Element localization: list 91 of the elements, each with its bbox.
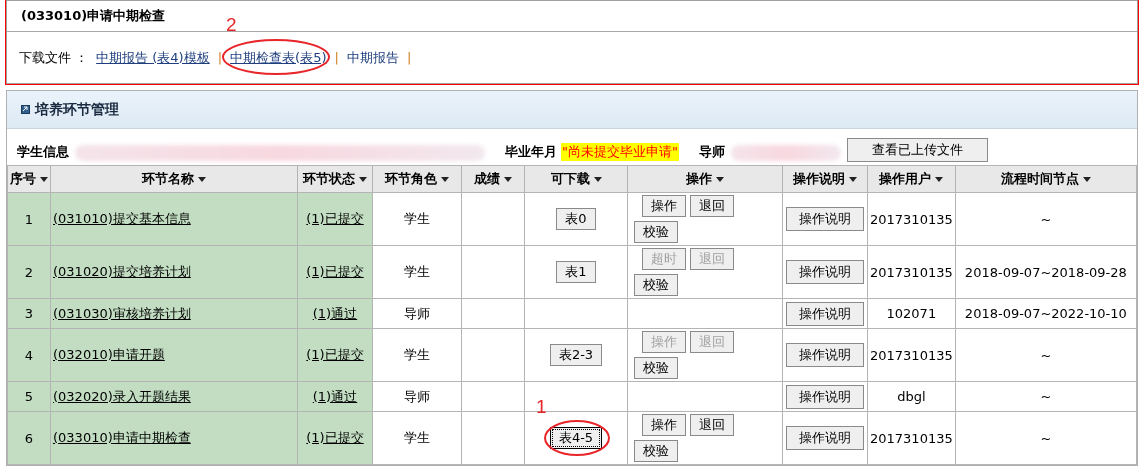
table-cell: 1 [7,192,51,246]
table-cell: ~ [955,411,1137,465]
caret-icon [359,177,367,182]
caret-icon [441,177,449,182]
help-button[interactable]: 操作说明 [786,207,864,231]
status-link[interactable]: (1)已提交 [297,192,373,246]
help-button[interactable]: 操作说明 [786,384,864,409]
separator: | [406,50,412,65]
table-cell: 导师 [372,381,462,412]
caret-icon [716,177,724,182]
help-button[interactable]: 操作说明 [786,426,864,450]
status-link[interactable]: (1)已提交 [297,328,373,382]
step-link[interactable]: (031020)提交培养计划 [50,245,298,299]
action-button[interactable]: 操作 [642,414,686,436]
collapse-icon [21,105,30,114]
table-cell: 学生 [372,245,462,299]
download-label: 下载文件 ： [19,48,89,67]
table-cell: 102071 [867,298,956,329]
help-button[interactable]: 操作说明 [786,343,864,367]
column-header[interactable]: 环节名称 [50,165,298,193]
caret-icon [198,177,206,182]
step-link[interactable]: (032010)申请开题 [50,328,298,382]
table-cell: 导师 [372,298,462,329]
column-header[interactable]: 可下载 [524,165,628,193]
table-cell: 2018-09-07~2022-10-10 [955,298,1137,329]
help-button[interactable]: 操作说明 [786,260,864,284]
column-header[interactable]: 成绩 [461,165,525,193]
action-button[interactable]: 操作 [642,195,686,217]
graduation-label: 毕业年月 [505,143,557,161]
step-link[interactable]: (031030)审核培养计划 [50,298,298,329]
column-header[interactable]: 流程时间节点 [955,165,1137,193]
column-header[interactable]: 操作说明 [782,165,868,193]
action-button[interactable]: 退回 [690,414,734,436]
table-cell: ~ [955,328,1137,382]
section-title: 培养环节管理 [35,100,119,119]
graduation-value: "尚未提交毕业申请" [561,143,679,161]
table-cell: 学生 [372,192,462,246]
file-link[interactable]: 中期报告 (表4)模板 [96,48,210,67]
download-button[interactable]: 表1 [556,261,596,283]
table-cell: 5 [7,381,51,412]
caret-icon [40,177,48,182]
table-cell: ~ [955,381,1137,412]
caret-icon [593,177,602,182]
advisor-label: 导师 [698,143,725,161]
table-cell: 2017310135 [867,328,956,382]
download-button[interactable]: 表0 [556,208,596,230]
file-link[interactable]: 中期报告 [346,48,399,67]
separator: | [217,50,223,65]
table-cell: 4 [7,328,51,382]
download-button[interactable]: 表4-5 [549,427,603,449]
status-link[interactable]: (1)通过 [297,298,373,329]
column-header[interactable]: 环节角色 [372,165,462,193]
file-link[interactable]: 中期检查表(表5) [230,48,327,67]
action-button[interactable]: 校验 [634,357,678,379]
table-cell: 6 [7,411,51,465]
table-cell: 学生 [372,411,462,465]
table-cell: 2 [7,245,51,299]
column-header[interactable]: 环节状态 [297,165,373,193]
table-cell: 2018-09-07~2018-09-28 [955,245,1137,299]
status-link[interactable]: (1)已提交 [297,245,373,299]
table-cell: 2017310135 [867,192,956,246]
help-button[interactable]: 操作说明 [786,301,864,326]
table-cell: 2017310135 [867,411,956,465]
view-files-button[interactable]: 查看已上传文件 [846,138,988,162]
step-link[interactable]: (031010)提交基本信息 [50,192,298,246]
action-button[interactable]: 退回 [690,195,734,217]
action-button[interactable]: 校验 [634,274,678,296]
separator: | [334,50,339,65]
table-cell: 学生 [372,328,462,382]
annotation-ellipse [543,420,610,456]
status-link[interactable]: (1)通过 [297,381,373,412]
caret-icon [849,177,857,182]
column-header[interactable]: 序号 [7,165,51,193]
step-link[interactable]: (033010)申请中期检查 [50,411,298,465]
status-link[interactable]: (1)已提交 [297,411,373,465]
step-link[interactable]: (032020)录入开题结果 [50,381,298,412]
annotation-number: 1 [535,397,547,417]
table-cell: dbgl [867,381,956,412]
table-cell: 2017310135 [867,245,956,299]
column-header[interactable]: 操作 [627,165,783,193]
annotation-number: 2 [226,14,237,35]
table-cell: ~ [955,192,1137,246]
caret-icon [1082,177,1091,182]
download-button[interactable]: 表2-3 [549,344,603,366]
caret-icon [504,177,512,182]
action-button[interactable]: 校验 [634,221,678,243]
table-cell: 3 [7,298,51,329]
caret-icon [935,177,944,182]
column-header[interactable]: 操作用户 [867,165,956,193]
student-label: 学生信息 [17,143,69,161]
action-button[interactable]: 校验 [634,440,678,462]
